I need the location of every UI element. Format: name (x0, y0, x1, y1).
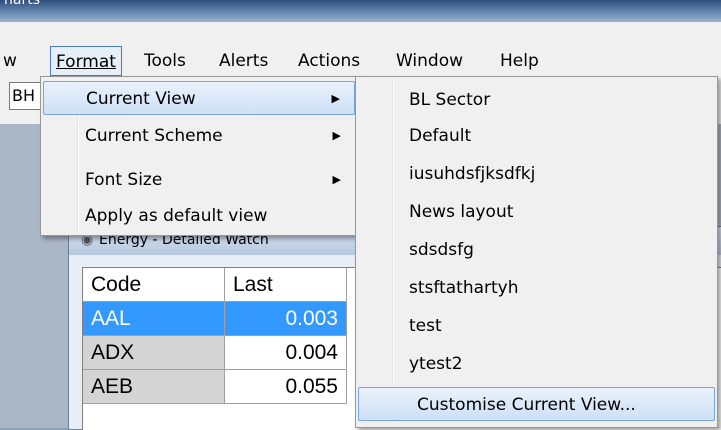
menu-help[interactable]: Help (495, 46, 544, 76)
window-title: harts (4, 0, 40, 8)
view-item-test[interactable]: test (358, 309, 715, 343)
menu-actions[interactable]: Actions (293, 46, 365, 76)
menu-item-label: Apply as default view (85, 206, 268, 226)
menu-item-label: Current View (86, 89, 196, 109)
view-item-sdsdsfg[interactable]: sdsdsfg (358, 233, 715, 267)
menu-item-apply-default-view[interactable]: Apply as default view (43, 199, 355, 233)
menu-item-font-size[interactable]: Font Size ▶ (43, 163, 355, 197)
format-dropdown-menu: Current View ▶ Current Scheme ▶ Font Siz… (40, 76, 358, 236)
customise-current-view-item[interactable]: Customise Current View... (358, 387, 715, 421)
current-view-submenu: BL Sector Default iusuhdsfjksdfkj News l… (355, 76, 718, 428)
row-code-cell[interactable]: AAL (83, 302, 225, 336)
title-bar: harts (0, 0, 721, 22)
row-code-cell[interactable]: ADX (83, 336, 225, 370)
view-item-iusuhdsfjksdfkj[interactable]: iusuhdsfjksdfkj (358, 157, 715, 191)
menu-format[interactable]: Format (50, 46, 122, 76)
menu-item-current-view[interactable]: Current View ▶ (43, 81, 355, 115)
view-item-ytest2[interactable]: ytest2 (358, 347, 715, 381)
menu-item-label: Current Scheme (85, 126, 223, 146)
row-last-cell[interactable]: 0.055 (225, 370, 347, 404)
menu-format-label: Format (56, 52, 116, 72)
row-last-cell[interactable]: 0.003 (225, 302, 347, 336)
view-item-stsftathartyh[interactable]: stsftathartyh (358, 271, 715, 305)
menu-item-current-scheme[interactable]: Current Scheme ▶ (43, 119, 355, 153)
submenu-arrow-icon: ▶ (331, 92, 340, 105)
view-item-bl-sector[interactable]: BL Sector (358, 83, 715, 117)
column-header-last[interactable]: Last (225, 268, 347, 302)
menu-view[interactable]: w (0, 46, 22, 76)
submenu-arrow-icon: ▶ (332, 129, 341, 142)
menu-alerts[interactable]: Alerts (214, 46, 273, 76)
column-header-code[interactable]: Code (83, 268, 225, 302)
menu-tools[interactable]: Tools (139, 46, 191, 76)
view-item-news-layout[interactable]: News layout (358, 195, 715, 229)
menu-bar: w Format Tools Alerts Actions Window Hel… (0, 22, 721, 76)
row-code-cell[interactable]: AEB (83, 370, 225, 404)
view-item-default[interactable]: Default (358, 119, 715, 153)
menu-tools-label: Tools (144, 51, 186, 71)
row-last-cell[interactable]: 0.004 (225, 336, 347, 370)
submenu-arrow-icon: ▶ (332, 173, 341, 186)
menu-window[interactable]: Window (391, 46, 468, 76)
menu-item-label: Font Size (85, 170, 163, 190)
